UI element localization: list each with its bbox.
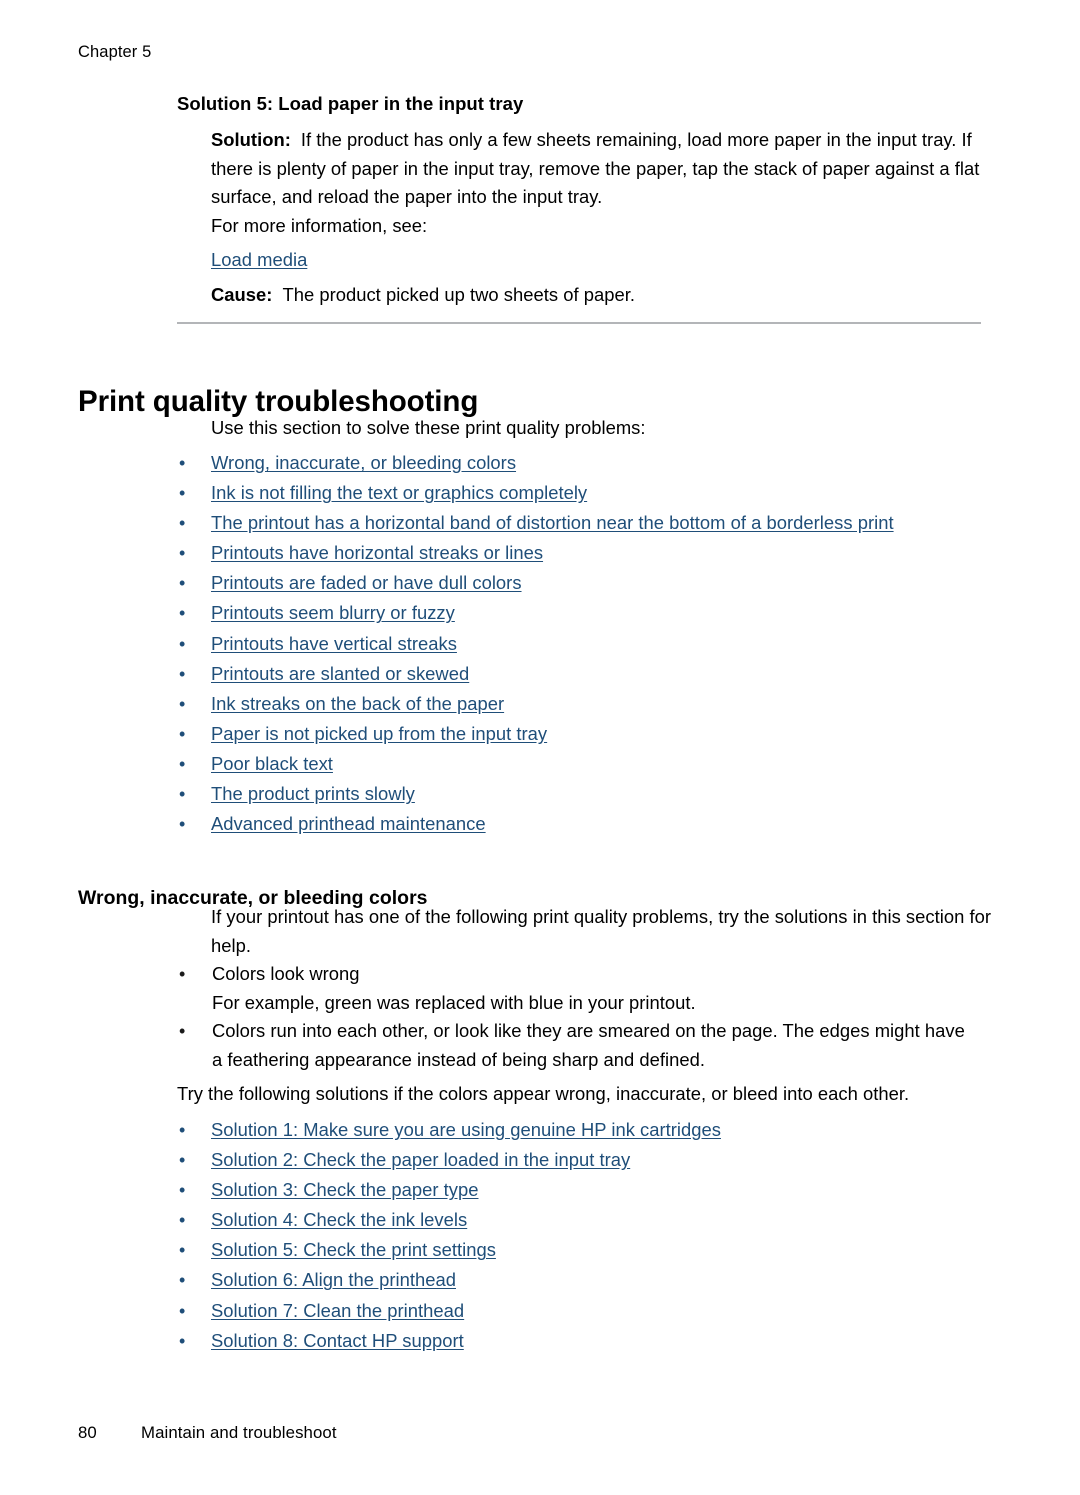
list-item: • Solution 5: Check the print settings — [177, 1235, 721, 1265]
link-solution-2-check-paper-loaded[interactable]: Solution 2: Check the paper loaded in th… — [211, 1149, 630, 1170]
symptom-text: Colors look wrong — [212, 963, 360, 984]
bullet-icon: • — [179, 633, 186, 654]
bullet-icon: • — [179, 453, 186, 473]
link-ink-not-filling-text[interactable]: Ink is not filling the text or graphics … — [211, 482, 587, 503]
symptom-example: For example, green was replaced with blu… — [212, 991, 696, 1013]
bullet-icon: • — [179, 1330, 186, 1351]
list-item: • Colors look wrong For example, green w… — [177, 960, 977, 1017]
bullet-icon: • — [179, 753, 186, 774]
footer-section-name: Maintain and troubleshoot — [141, 1423, 337, 1442]
link-solution-4-check-ink-levels[interactable]: Solution 4: Check the ink levels — [211, 1209, 467, 1230]
document-page: Chapter 5 Solution 5: Load paper in the … — [0, 0, 1080, 1495]
link-wrong-inaccurate-bleeding-colors[interactable]: Wrong, inaccurate, or bleeding colors — [211, 452, 516, 473]
list-item: • Printouts are faded or have dull color… — [177, 568, 894, 598]
list-item: • Solution 3: Check the paper type — [177, 1175, 721, 1205]
bullet-icon: • — [179, 573, 186, 594]
troubleshooting-link-list: • Wrong, inaccurate, or bleeding colors … — [177, 448, 894, 839]
list-item: • Ink is not filling the text or graphic… — [177, 478, 894, 508]
symptom-list: • Colors look wrong For example, green w… — [177, 960, 977, 1074]
link-solution-7-clean-printhead[interactable]: Solution 7: Clean the printhead — [211, 1300, 464, 1321]
section-divider — [177, 322, 981, 324]
solution-link-list: • Solution 1: Make sure you are using ge… — [177, 1115, 721, 1356]
bullet-icon: • — [179, 483, 186, 504]
link-load-media[interactable]: Load media — [211, 249, 307, 270]
list-item: • Solution 2: Check the paper loaded in … — [177, 1145, 721, 1175]
list-item: • Ink streaks on the back of the paper — [177, 689, 894, 719]
more-info-line: For more information, see: — [211, 215, 428, 236]
bullet-icon: • — [179, 1021, 186, 1041]
solution-paragraph: Solution: If the product has only a few s… — [211, 126, 983, 212]
link-product-prints-slowly[interactable]: The product prints slowly — [211, 783, 415, 804]
list-item: • Poor black text — [177, 749, 894, 779]
footer-page-number: 80 — [78, 1423, 97, 1442]
cause-label: Cause: — [211, 284, 273, 305]
bullet-icon: • — [179, 814, 186, 835]
list-item: • The product prints slowly — [177, 779, 894, 809]
link-advanced-printhead-maintenance[interactable]: Advanced printhead maintenance — [211, 813, 486, 834]
link-solution-3-check-paper-type[interactable]: Solution 3: Check the paper type — [211, 1179, 478, 1200]
list-item: • Printouts seem blurry or fuzzy — [177, 598, 894, 628]
solution-5-heading: Solution 5: Load paper in the input tray — [177, 93, 524, 114]
bullet-icon: • — [179, 784, 186, 805]
section-intro: Use this section to solve these print qu… — [211, 417, 646, 438]
link-horizontal-band-distortion[interactable]: The printout has a horizontal band of di… — [211, 512, 894, 533]
bullet-icon: • — [179, 1240, 186, 1261]
link-solution-1-genuine-hp-cartridges[interactable]: Solution 1: Make sure you are using genu… — [211, 1119, 721, 1140]
bullet-icon: • — [179, 1270, 186, 1291]
list-item: • Advanced printhead maintenance — [177, 809, 894, 839]
list-item: • Colors run into each other, or look li… — [177, 1017, 977, 1074]
list-item: • Solution 4: Check the ink levels — [177, 1205, 721, 1235]
link-slanted-or-skewed[interactable]: Printouts are slanted or skewed — [211, 663, 469, 684]
link-ink-streaks-back-of-paper[interactable]: Ink streaks on the back of the paper — [211, 693, 504, 714]
list-item: • Wrong, inaccurate, or bleeding colors — [177, 448, 894, 478]
link-paper-not-picked-up[interactable]: Paper is not picked up from the input tr… — [211, 723, 547, 744]
link-solution-8-contact-hp-support[interactable]: Solution 8: Contact HP support — [211, 1330, 464, 1351]
list-item: • Solution 1: Make sure you are using ge… — [177, 1115, 721, 1145]
link-vertical-streaks[interactable]: Printouts have vertical streaks — [211, 633, 457, 654]
list-item: • Printouts have vertical streaks — [177, 629, 894, 659]
bullet-icon: • — [179, 543, 186, 564]
try-solutions-text: Try the following solutions if the color… — [177, 1083, 910, 1104]
subsection-intro: If your printout has one of the followin… — [211, 906, 991, 956]
symptom-text: Colors run into each other, or look like… — [212, 1020, 965, 1070]
cause-paragraph: Cause: The product picked up two sheets o… — [211, 281, 635, 310]
link-blurry-or-fuzzy[interactable]: Printouts seem blurry or fuzzy — [211, 602, 455, 623]
bullet-icon: • — [179, 1210, 186, 1231]
link-poor-black-text[interactable]: Poor black text — [211, 753, 333, 774]
list-item: • Paper is not picked up from the input … — [177, 719, 894, 749]
list-item: • Solution 6: Align the printhead — [177, 1265, 721, 1295]
bullet-icon: • — [179, 1120, 186, 1140]
list-item: • Printouts have horizontal streaks or l… — [177, 538, 894, 568]
bullet-icon: • — [179, 693, 186, 714]
list-item: • Printouts are slanted or skewed — [177, 659, 894, 689]
bullet-icon: • — [179, 1300, 186, 1321]
link-faded-or-dull-colors[interactable]: Printouts are faded or have dull colors — [211, 572, 522, 593]
page-footer: 80 Maintain and troubleshoot — [78, 1423, 337, 1443]
bullet-icon: • — [179, 603, 186, 624]
link-solution-6-align-printhead[interactable]: Solution 6: Align the printhead — [211, 1269, 456, 1290]
bullet-icon: • — [179, 1150, 186, 1171]
bullet-icon: • — [179, 513, 186, 534]
bullet-icon: • — [179, 1180, 186, 1201]
solution-body-text: If the product has only a few sheets rem… — [211, 129, 980, 207]
solution-label: Solution: — [211, 129, 291, 150]
link-horizontal-streaks-or-lines[interactable]: Printouts have horizontal streaks or lin… — [211, 542, 543, 563]
cause-body-text: The product picked up two sheets of pape… — [282, 284, 635, 305]
list-item: • Solution 8: Contact HP support — [177, 1326, 721, 1356]
list-item: • Solution 7: Clean the printhead — [177, 1296, 721, 1326]
load-media-link-wrap: Load media — [211, 246, 307, 275]
list-item: • The printout has a horizontal band of … — [177, 508, 894, 538]
running-head-chapter: Chapter 5 — [78, 43, 152, 61]
link-solution-5-check-print-settings[interactable]: Solution 5: Check the print settings — [211, 1239, 496, 1260]
bullet-icon: • — [179, 964, 186, 984]
bullet-icon: • — [179, 723, 186, 744]
bullet-icon: • — [179, 663, 186, 684]
